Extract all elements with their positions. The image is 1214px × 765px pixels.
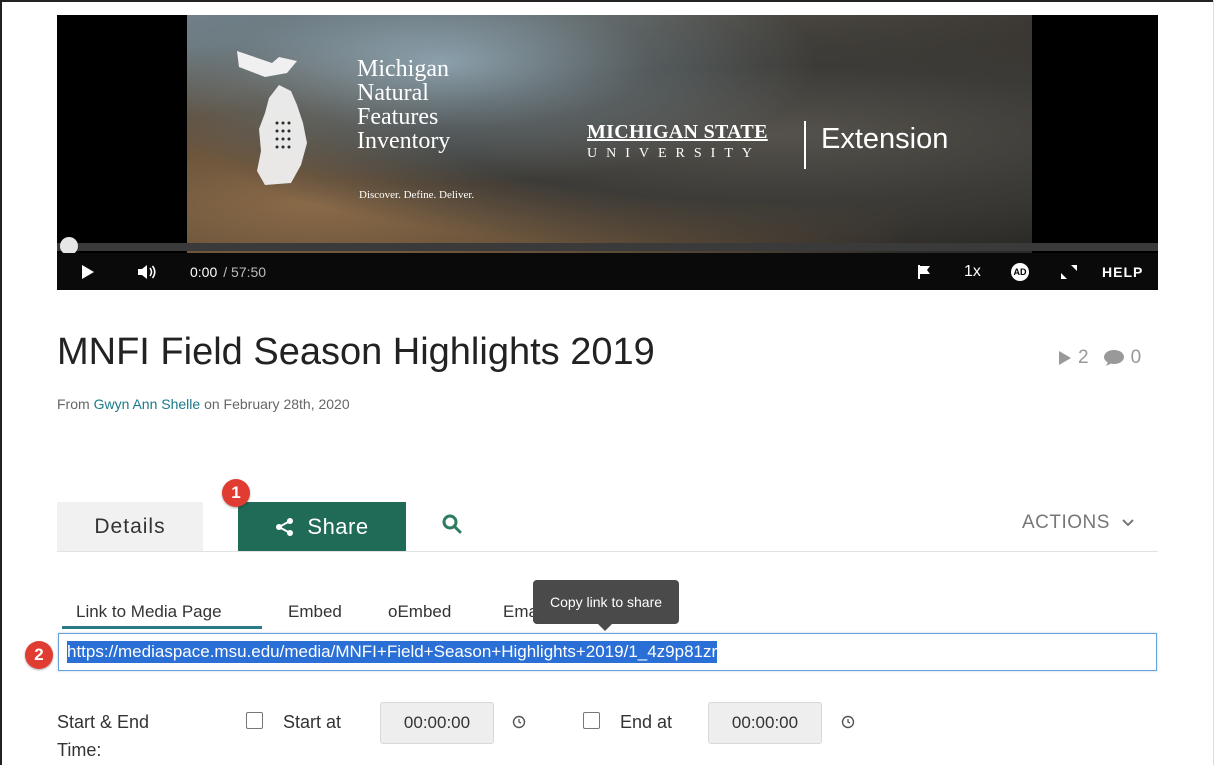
search-icon[interactable] [440, 512, 464, 536]
comments-count: 0 [1130, 347, 1142, 368]
fullscreen-icon [1061, 264, 1077, 279]
mnfi-title: Michigan Natural Features Inventory [357, 56, 451, 154]
byline: From Gwyn Ann Shelle on February 28th, 2… [57, 396, 350, 412]
tooltip-arrow [598, 624, 612, 631]
end-time-input[interactable]: 00:00:00 [708, 702, 822, 744]
duration: / 57:50 [223, 263, 267, 280]
video-player[interactable]: Michigan Natural Features Inventory Disc… [57, 15, 1158, 290]
volume-icon [138, 264, 156, 279]
actions-label: ACTIONS [1022, 512, 1110, 533]
fullscreen-button[interactable] [1059, 253, 1079, 290]
current-time: 0:00 [190, 263, 218, 280]
play-icon [82, 264, 94, 279]
tab-share[interactable]: Share [238, 502, 406, 551]
subtab-oembed[interactable]: oEmbed [388, 602, 451, 622]
subtab-embed[interactable]: Embed [288, 602, 342, 622]
end-at-checkbox[interactable] [583, 712, 600, 729]
copy-link-tooltip: Copy link to share [533, 580, 679, 624]
flag-icon [918, 264, 930, 279]
clock-icon [512, 715, 526, 729]
page-title: MNFI Field Season Highlights 2019 [57, 331, 655, 373]
audio-description-button[interactable]: AD [1011, 253, 1029, 290]
flag-button[interactable] [917, 253, 931, 290]
logo-divider [804, 121, 806, 169]
start-at-label: Start at [283, 712, 342, 732]
step-marker-2: 2 [25, 641, 53, 669]
progress-bar[interactable] [57, 243, 1158, 251]
extension-wordmark: Extension [821, 123, 949, 155]
share-url-text[interactable]: https://mediaspace.msu.edu/media/MNFI+Fi… [67, 641, 718, 663]
volume-button[interactable] [137, 253, 157, 290]
share-url-field[interactable]: https://mediaspace.msu.edu/media/MNFI+Fi… [58, 633, 1157, 671]
start-time-input[interactable]: 00:00:00 [380, 702, 494, 744]
actions-dropdown[interactable]: ACTIONS [1022, 512, 1134, 534]
active-subtab-indicator [62, 626, 262, 629]
time-display: 0:00 / 57:50 [190, 253, 266, 290]
play-button[interactable] [81, 253, 95, 290]
michigan-map-logo [237, 51, 307, 185]
author-link[interactable]: Gwyn Ann Shelle [94, 396, 201, 412]
plays-icon [1059, 351, 1071, 365]
media-stats: 2 0 [1058, 347, 1141, 369]
step-marker-1: 1 [222, 479, 250, 507]
speed-button[interactable]: 1x [964, 253, 981, 290]
start-at-checkbox[interactable] [246, 712, 263, 729]
help-button[interactable]: HELP [1102, 253, 1143, 290]
end-at-label: End at [620, 712, 673, 732]
tab-details[interactable]: Details [57, 502, 203, 551]
chevron-down-icon [1122, 519, 1134, 527]
tab-divider [57, 551, 1158, 552]
comment-icon [1103, 350, 1124, 366]
control-bar: 0:00 / 57:50 1x AD HELP [57, 253, 1158, 290]
audio-description-icon: AD [1011, 262, 1029, 281]
msu-wordmark: MICHIGAN STATE UNIVERSITY [587, 121, 768, 161]
share-icon [276, 517, 294, 536]
subtab-link-to-media-page[interactable]: Link to Media Page [76, 602, 222, 622]
start-end-time-label: Start & End Time: [57, 712, 150, 760]
plays-count: 2 [1078, 347, 1089, 368]
clock-icon [841, 715, 855, 729]
share-label: Share [307, 513, 369, 539]
mnfi-tagline: Discover. Define. Deliver. [359, 189, 475, 201]
